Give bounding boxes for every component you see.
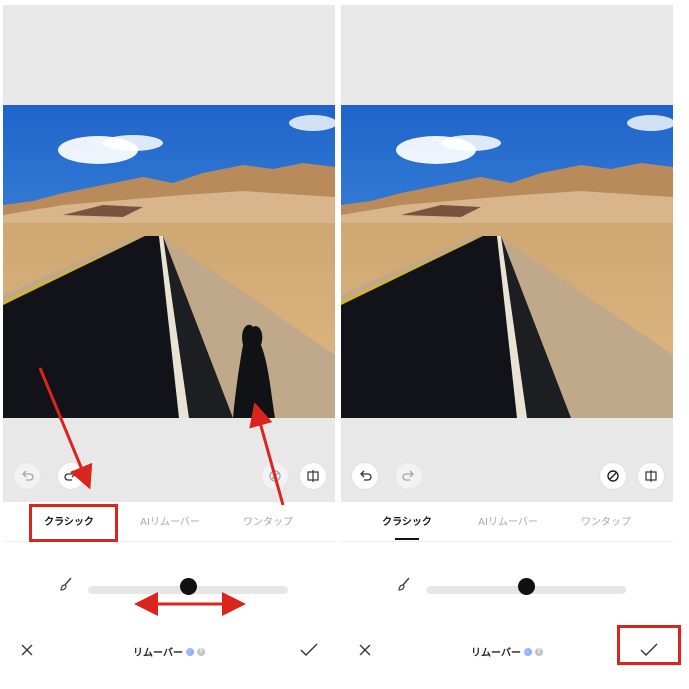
compare-button[interactable] [638, 463, 664, 489]
bottom-bar: リムーバー ? [341, 637, 673, 667]
eraser-button[interactable] [600, 463, 626, 489]
eraser-button[interactable] [262, 463, 288, 489]
undo-button[interactable] [14, 463, 40, 489]
tool-title: リムーバー ? [133, 644, 205, 659]
tab-ai-remover[interactable]: AIリムーバー [140, 511, 200, 535]
tool-title: リムーバー ? [471, 644, 543, 659]
photo-desert-road-with-shadow[interactable] [3, 105, 335, 418]
tab-one-tap[interactable]: ワンタップ [581, 511, 631, 535]
undo-button[interactable] [352, 463, 378, 489]
checkmark-icon[interactable] [300, 643, 318, 657]
tab-classic[interactable]: クラシック [382, 511, 432, 535]
compare-icon [645, 470, 657, 482]
eraser-icon [607, 470, 619, 482]
checkmark-icon[interactable] [640, 643, 658, 657]
redo-icon [402, 470, 414, 481]
photo-desert-road-shadow-removed[interactable] [341, 105, 673, 418]
help-icon[interactable]: ? [196, 647, 205, 656]
undo-icon [360, 470, 372, 481]
redo-icon [64, 470, 76, 481]
brush-size-slider-thumb[interactable] [517, 578, 535, 595]
tool-area: リムーバー ? [3, 541, 335, 689]
redo-button[interactable] [58, 463, 84, 489]
ai-badge-icon [185, 647, 194, 656]
undo-icon [22, 470, 34, 481]
tab-one-tap[interactable]: ワンタップ [243, 511, 293, 535]
eraser-icon [269, 470, 281, 482]
panel-after: クラシック AIリムーバー ワンタップ リムーバー ? [341, 0, 673, 689]
compare-button[interactable] [300, 463, 326, 489]
tool-title-text: リムーバー [471, 648, 521, 659]
tool-title-text: リムーバー [133, 648, 183, 659]
close-icon[interactable] [358, 643, 372, 657]
tab-ai-remover[interactable]: AIリムーバー [478, 511, 538, 535]
active-tab-indicator [395, 538, 419, 540]
compare-icon [307, 470, 319, 482]
brush-icon [398, 577, 410, 591]
canvas-area [3, 5, 335, 502]
panel-before: クラシック AIリムーバー ワンタップ リムーバー ? [3, 0, 335, 689]
tab-classic[interactable]: クラシック [44, 511, 94, 535]
ai-badge-icon [523, 647, 532, 656]
brush-size-slider-thumb[interactable] [179, 578, 197, 595]
redo-button[interactable] [396, 463, 422, 489]
removal-mode-tabs: クラシック AIリムーバー ワンタップ [3, 505, 335, 541]
close-icon[interactable] [20, 643, 34, 657]
canvas-area [341, 5, 673, 502]
help-icon[interactable]: ? [534, 647, 543, 656]
tool-area: リムーバー ? [341, 541, 673, 689]
brush-icon [60, 577, 72, 591]
removal-mode-tabs: クラシック AIリムーバー ワンタップ [341, 505, 673, 541]
bottom-bar: リムーバー ? [3, 637, 335, 667]
